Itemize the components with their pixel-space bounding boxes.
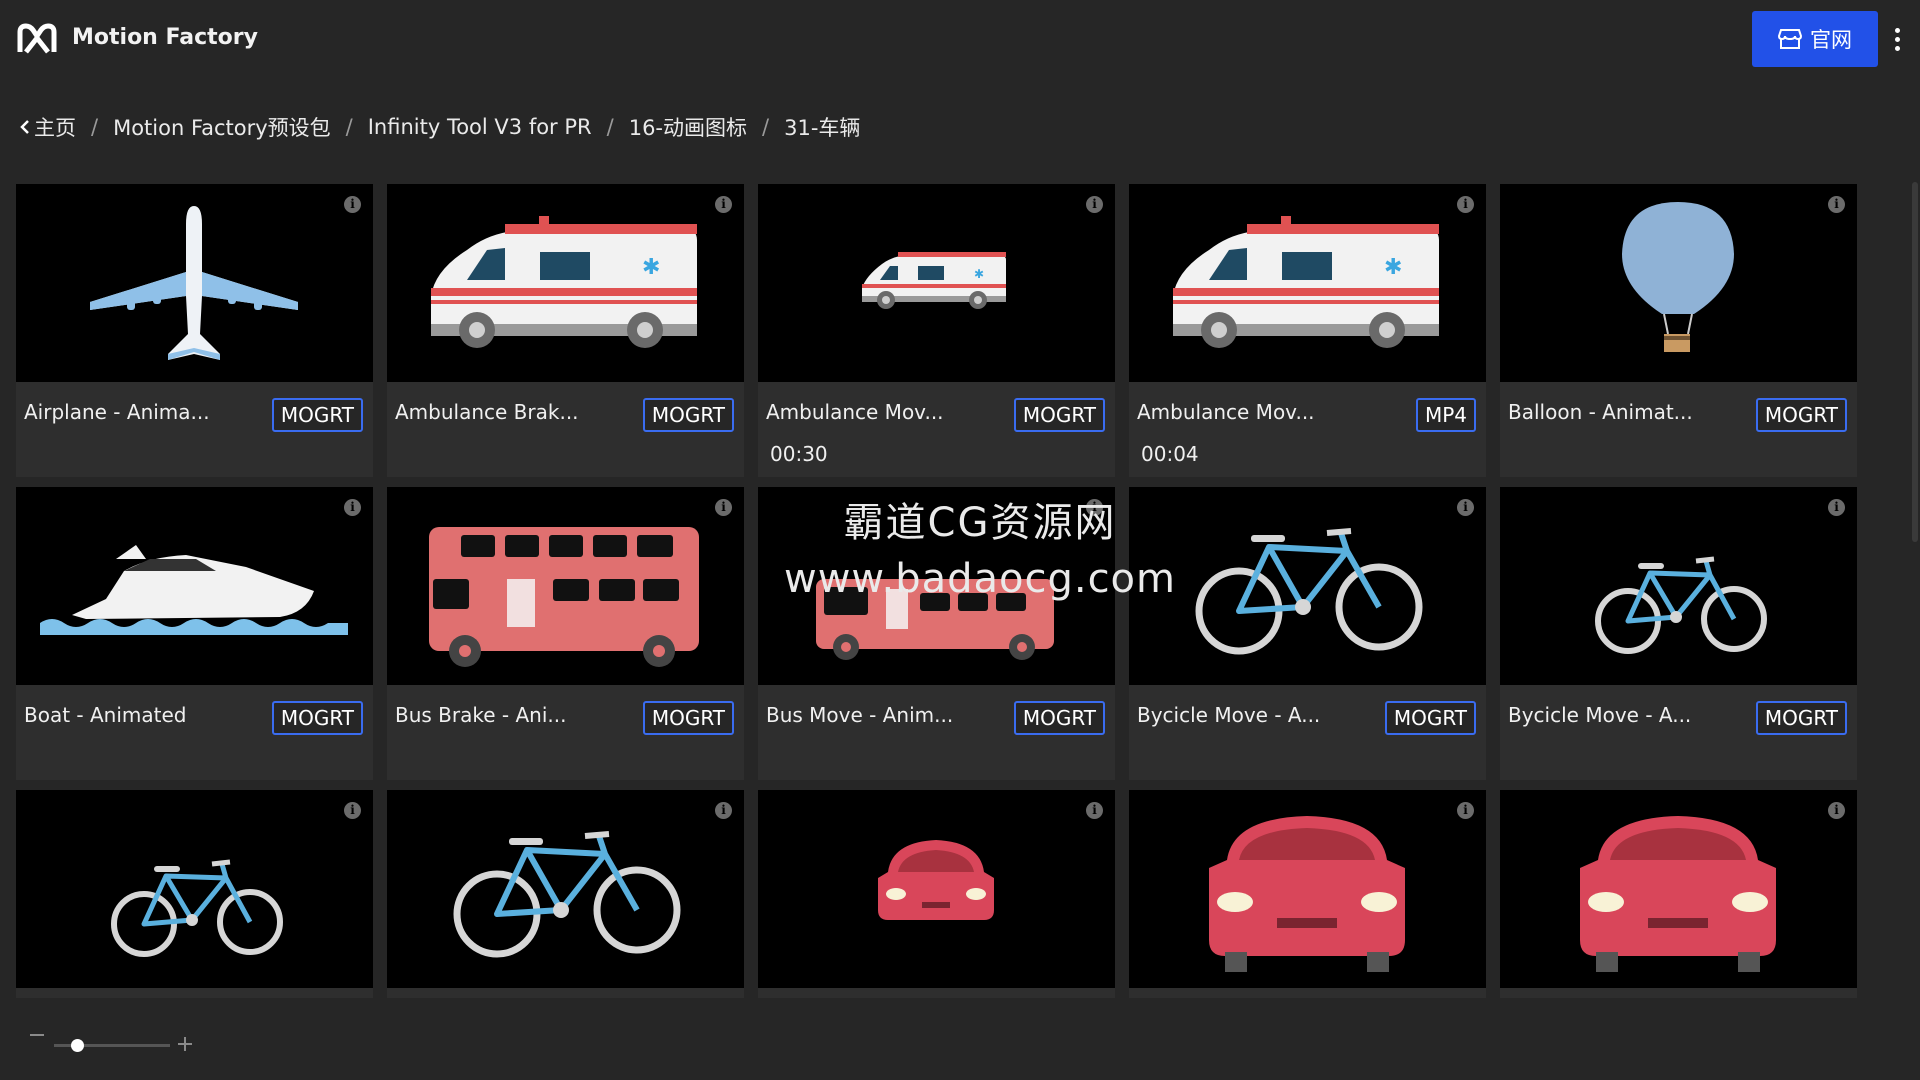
- balloon-illustration: [1622, 202, 1734, 352]
- asset-card[interactable]: i Bus Move - Anim... MOGRT: [758, 487, 1115, 780]
- info-icon[interactable]: i: [715, 196, 732, 213]
- info-icon[interactable]: i: [1086, 499, 1103, 516]
- asset-card[interactable]: ✱ i Ambulance Mov... MOGRT 00:30: [758, 184, 1115, 477]
- plus-icon[interactable]: [178, 1037, 192, 1051]
- car-small-illustration: [878, 840, 994, 920]
- info-icon[interactable]: i: [344, 196, 361, 213]
- asset-thumbnail[interactable]: [1500, 487, 1857, 685]
- asset-name: Ambulance Brak...: [395, 400, 579, 424]
- info-icon[interactable]: i: [344, 802, 361, 819]
- asset-thumbnail[interactable]: [16, 184, 373, 382]
- asset-name: Airplane - Anima...: [24, 400, 210, 424]
- svg-text:✱: ✱: [974, 267, 984, 281]
- info-icon[interactable]: i: [715, 802, 732, 819]
- asset-thumbnail[interactable]: ✱: [758, 184, 1115, 382]
- ambulance-large-illustration: ✱: [1173, 216, 1439, 348]
- asset-thumbnail[interactable]: [1500, 184, 1857, 382]
- svg-text:✱: ✱: [642, 255, 660, 280]
- asset-thumbnail[interactable]: ✱: [387, 184, 744, 382]
- info-icon[interactable]: i: [1086, 196, 1103, 213]
- asset-name: Bus Move - Anim...: [766, 703, 954, 727]
- car-large-illustration: [1580, 816, 1776, 972]
- ambulance-large-illustration: ✱: [431, 216, 697, 348]
- format-badge: MOGRT: [1013, 398, 1105, 432]
- asset-thumbnail[interactable]: [16, 487, 373, 685]
- grid-scrollbar[interactable]: [1912, 182, 1918, 542]
- info-icon[interactable]: i: [344, 499, 361, 516]
- asset-card[interactable]: i Bus Brake - Ani... MOGRT: [387, 487, 744, 780]
- asset-name: Ambulance Mov...: [1137, 400, 1315, 424]
- format-badge: MOGRT: [1384, 701, 1476, 735]
- asset-card[interactable]: i: [387, 790, 744, 998]
- format-badge: MOGRT: [1013, 701, 1105, 735]
- info-icon[interactable]: i: [715, 499, 732, 516]
- asset-thumbnail[interactable]: [387, 790, 744, 988]
- asset-card[interactable]: i Airplane - Anima... MOGRT: [16, 184, 373, 477]
- asset-card[interactable]: i Balloon - Animat... MOGRT: [1500, 184, 1857, 477]
- asset-card[interactable]: ✱ i Ambulance Brak... MOGRT: [387, 184, 744, 477]
- asset-duration: 00:04: [1141, 442, 1199, 466]
- asset-card[interactable]: i: [758, 790, 1115, 998]
- asset-name: Bycicle Move - A...: [1508, 703, 1692, 727]
- asset-card[interactable]: i Boat - Animated MOGRT: [16, 487, 373, 780]
- asset-card[interactable]: i Bycicle Move - A... MOGRT: [1500, 487, 1857, 780]
- bus-large-illustration: [429, 527, 699, 667]
- info-icon[interactable]: i: [1086, 802, 1103, 819]
- bicycle-small-illustration: [111, 859, 283, 957]
- airplane-illustration: [90, 206, 298, 360]
- format-badge: MOGRT: [271, 398, 363, 432]
- format-badge: MP4: [1415, 398, 1476, 432]
- svg-text:✱: ✱: [1384, 255, 1402, 280]
- boat-illustration: [40, 545, 348, 635]
- asset-grid: i Airplane - Anima... MOGRT ✱ i Ambulance B…: [0, 0, 1880, 998]
- asset-thumbnail[interactable]: [758, 487, 1115, 685]
- info-icon[interactable]: i: [1828, 802, 1845, 819]
- info-icon[interactable]: i: [1457, 196, 1474, 213]
- bicycle-large-illustration: [453, 831, 681, 958]
- info-icon[interactable]: i: [1828, 499, 1845, 516]
- minus-icon[interactable]: [30, 1034, 44, 1036]
- format-badge: MOGRT: [271, 701, 363, 735]
- asset-name: Bycicle Move - A...: [1137, 703, 1321, 727]
- bus-small-illustration: [816, 579, 1054, 660]
- asset-thumbnail[interactable]: [1129, 487, 1486, 685]
- bicycle-small-illustration: [1595, 556, 1767, 654]
- asset-thumbnail[interactable]: [387, 487, 744, 685]
- asset-name: Balloon - Animat...: [1508, 400, 1693, 424]
- asset-thumbnail[interactable]: [1500, 790, 1857, 988]
- asset-thumbnail[interactable]: ✱: [1129, 184, 1486, 382]
- bottom-bar: [0, 998, 1920, 1080]
- format-badge: MOGRT: [1755, 398, 1847, 432]
- format-badge: MOGRT: [642, 398, 734, 432]
- info-icon[interactable]: i: [1457, 499, 1474, 516]
- asset-card[interactable]: i: [16, 790, 373, 998]
- asset-card[interactable]: i: [1129, 790, 1486, 998]
- car-large-illustration: [1209, 816, 1405, 972]
- asset-name: Ambulance Mov...: [766, 400, 944, 424]
- format-badge: MOGRT: [642, 701, 734, 735]
- asset-name: Bus Brake - Ani...: [395, 703, 567, 727]
- ambulance-small-illustration: ✱: [862, 252, 1006, 309]
- asset-name: Boat - Animated: [24, 703, 187, 727]
- info-icon[interactable]: i: [1457, 802, 1474, 819]
- asset-duration: 00:30: [770, 442, 828, 466]
- asset-card[interactable]: ✱ i Ambulance Mov... MP4 00:04: [1129, 184, 1486, 477]
- format-badge: MOGRT: [1755, 701, 1847, 735]
- info-icon[interactable]: i: [1828, 196, 1845, 213]
- asset-thumbnail[interactable]: [758, 790, 1115, 988]
- asset-thumbnail[interactable]: [16, 790, 373, 988]
- asset-thumbnail[interactable]: [1129, 790, 1486, 988]
- asset-card[interactable]: i: [1500, 790, 1857, 998]
- bicycle-large-illustration: [1195, 528, 1423, 655]
- kebab-icon[interactable]: [1888, 24, 1908, 54]
- asset-card[interactable]: i Bycicle Move - A... MOGRT: [1129, 487, 1486, 780]
